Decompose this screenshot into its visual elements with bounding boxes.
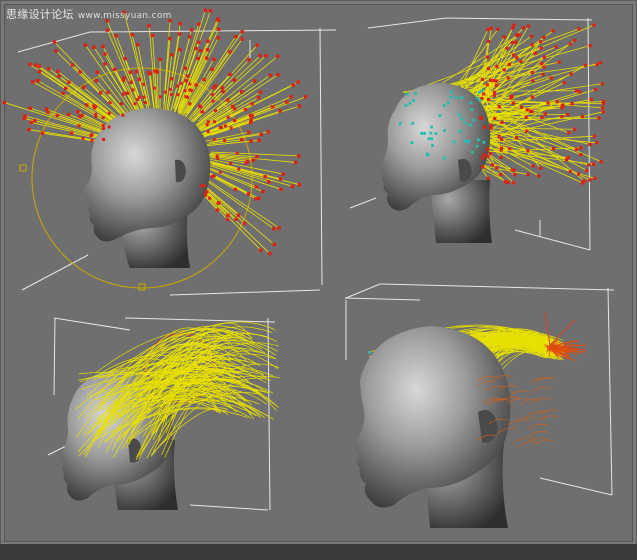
viewport-top-right <box>349 17 606 251</box>
viewport-bottom-right <box>344 283 615 528</box>
watermark-url: www.missyuan.com <box>77 11 172 21</box>
gizmo-handle[interactable] <box>138 283 146 291</box>
viewport-top-left <box>2 8 337 296</box>
watermark: 思缘设计论坛 www.missyuan.com <box>6 6 172 22</box>
viewport-bottom-left <box>47 317 280 511</box>
gizmo-handle[interactable] <box>19 164 27 172</box>
gizmo-axes[interactable] <box>544 311 587 351</box>
watermark-site-name: 思缘设计论坛 <box>6 8 74 21</box>
head-model <box>354 326 511 528</box>
head-model <box>83 108 211 268</box>
hair-render-canvas <box>2 8 615 528</box>
head-model <box>379 83 492 243</box>
bottom-bar <box>0 544 637 560</box>
